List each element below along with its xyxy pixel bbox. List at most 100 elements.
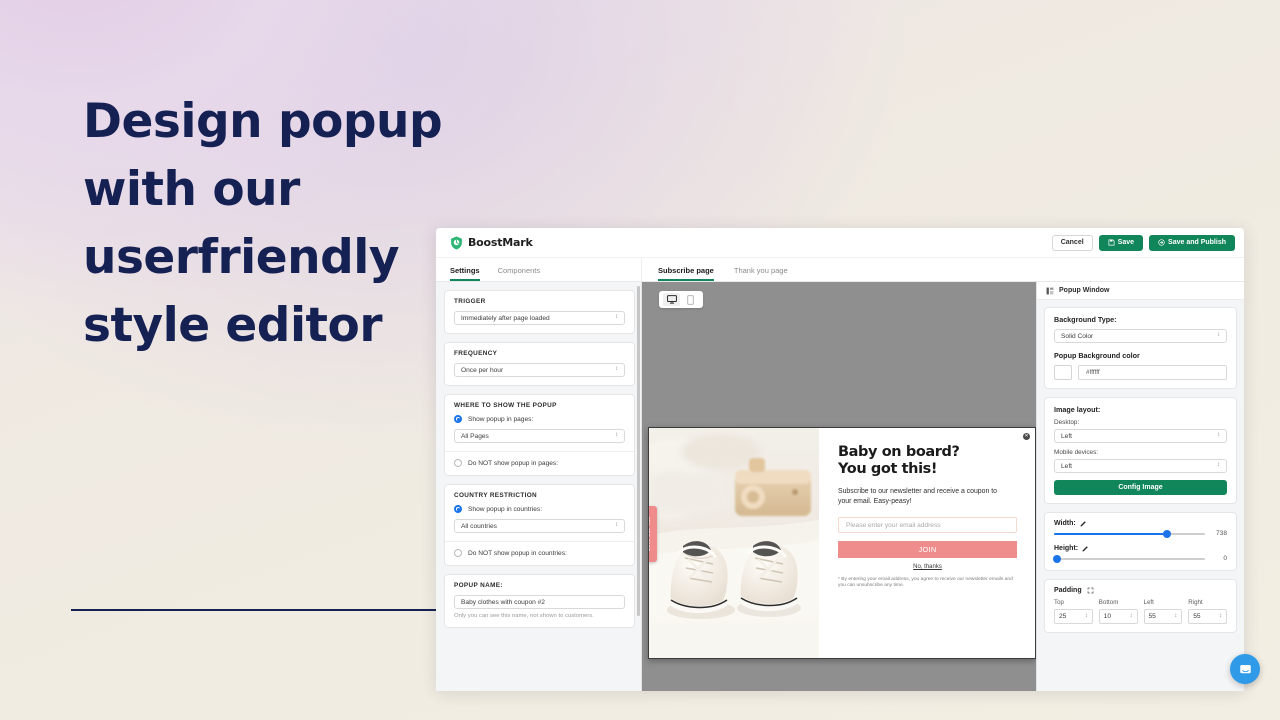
- cancel-button[interactable]: Cancel: [1051, 234, 1093, 251]
- style-panel-header: Popup Window: [1037, 282, 1244, 300]
- popup-name-helper: Only you can see this name, not shown to…: [454, 613, 594, 619]
- publish-arrow-icon: [1158, 239, 1165, 246]
- color-swatch[interactable]: [1054, 365, 1072, 380]
- trigger-value: Immediately after page loaded: [461, 314, 550, 322]
- background-type-select[interactable]: Solid Color ↕: [1054, 329, 1227, 343]
- popup-disclaimer: * By entering your email address, you ag…: [838, 577, 1013, 589]
- padding-left-value: 55: [1148, 613, 1156, 620]
- width-value: 738: [1215, 530, 1227, 537]
- app-window: BoostMark Cancel Save Save and Publish S…: [436, 228, 1244, 691]
- tab-subscribe-page[interactable]: Subscribe page: [658, 266, 714, 281]
- frequency-select[interactable]: Once per hour ↕: [454, 363, 625, 377]
- background-color-input[interactable]: #ffffff: [1078, 365, 1227, 380]
- device-mobile-button[interactable]: [682, 293, 699, 306]
- side-tab-join-our-list[interactable]: Join our list: [649, 506, 657, 562]
- height-label-row: Height:: [1054, 545, 1227, 552]
- image-layout-card: Image layout: Desktop: Left ↕ Mobile dev…: [1044, 397, 1237, 504]
- popup-name-value: Baby clothes with coupon #2: [461, 598, 545, 606]
- expand-arrows-icon[interactable]: [1087, 587, 1094, 594]
- countries-value: All countries: [461, 522, 497, 530]
- shield-check-icon: [451, 236, 462, 249]
- popup-email-input[interactable]: Please enter your email address: [838, 517, 1017, 533]
- desktop-layout-select[interactable]: Left ↕: [1054, 429, 1227, 443]
- chevron-updown-icon: ↕: [1217, 432, 1220, 439]
- brand-logo: BoostMark: [450, 236, 533, 250]
- frequency-value: Once per hour: [461, 366, 504, 374]
- width-slider[interactable]: [1054, 529, 1205, 538]
- padding-header: Padding: [1054, 587, 1227, 594]
- popup-preview: Join our list ✕ Baby on board? You got t…: [648, 427, 1036, 659]
- save-button[interactable]: Save: [1098, 234, 1144, 251]
- baby-shoes-photo: [649, 428, 819, 658]
- background-type-label: Background Type:: [1054, 315, 1117, 324]
- country-show-option[interactable]: Show popup in countries:: [454, 505, 625, 513]
- desktop-layout-label: Desktop:: [1054, 419, 1080, 426]
- height-value: 0: [1223, 555, 1227, 562]
- popup-name-card: POPUP NAME: Baby clothes with coupon #2 …: [444, 574, 635, 628]
- stepper-icon[interactable]: ↕: [1219, 613, 1222, 619]
- trigger-select[interactable]: Immediately after page loaded ↕: [454, 311, 625, 325]
- close-icon[interactable]: ✕: [1023, 433, 1030, 440]
- chat-widget-button[interactable]: [1230, 654, 1260, 684]
- tab-strip: Settings Components Subscribe page Thank…: [436, 258, 1244, 282]
- padding-bottom-value: 10: [1103, 613, 1112, 620]
- pencil-icon[interactable]: [1080, 520, 1087, 527]
- popup-name-input[interactable]: Baby clothes with coupon #2: [454, 595, 625, 609]
- popup-heading: Baby on board? You got this!: [838, 444, 960, 477]
- save-and-publish-button[interactable]: Save and Publish: [1149, 234, 1235, 251]
- height-label: Height:: [1054, 545, 1079, 552]
- radio-hide-pages[interactable]: [454, 459, 462, 467]
- country-title: COUNTRY RESTRICTION: [454, 492, 537, 499]
- chevron-updown-icon: ↕: [1217, 332, 1220, 339]
- padding-fields: Top 25 ↕ Bottom 10 ↕ Left 55 ↕ Right 55 …: [1054, 599, 1227, 624]
- stepper-icon[interactable]: ↕: [1085, 613, 1088, 619]
- where-to-show-card: WHERE TO SHOW THE POPUP Show popup in pa…: [444, 394, 635, 476]
- radio-hide-countries[interactable]: [454, 549, 462, 557]
- padding-bottom-input[interactable]: 10 ↕: [1098, 609, 1138, 624]
- settings-scrollbar[interactable]: [637, 286, 640, 616]
- where-show-label: Show popup in pages:: [468, 415, 534, 423]
- tab-components[interactable]: Components: [498, 266, 541, 281]
- padding-left-label: Left: [1143, 599, 1154, 606]
- countries-select[interactable]: All countries ↕: [454, 519, 625, 533]
- padding-top-input[interactable]: 25 ↕: [1054, 609, 1093, 624]
- style-panel: Popup Window Background Type: Solid Colo…: [1036, 282, 1244, 691]
- padding-right-value: 55: [1193, 613, 1201, 620]
- padding-top-label: Top: [1054, 599, 1064, 606]
- tab-settings[interactable]: Settings: [450, 266, 480, 281]
- save-and-publish-label: Save and Publish: [1168, 239, 1226, 246]
- settings-panel: TRIGGER Immediately after page loaded ↕ …: [436, 282, 642, 691]
- popup-subtext: Subscribe to our newsletter and receive …: [838, 488, 997, 505]
- where-show-option[interactable]: Show popup in pages:: [454, 415, 625, 423]
- where-hide-label: Do NOT show popup in pages:: [468, 459, 559, 467]
- radio-show-countries[interactable]: [454, 505, 462, 513]
- config-image-button[interactable]: Config Image: [1054, 480, 1227, 495]
- stepper-icon[interactable]: ↕: [1174, 613, 1177, 619]
- popup-join-button[interactable]: JOIN: [838, 541, 1017, 558]
- chat-bubble-icon: [1239, 664, 1251, 673]
- save-label: Save: [1117, 239, 1135, 246]
- popup-no-thanks-link[interactable]: No, thanks: [838, 564, 1017, 570]
- brand-name: BoostMark: [468, 236, 533, 249]
- tab-thank-you-page[interactable]: Thank you page: [734, 266, 788, 281]
- image-layout-label: Image layout:: [1054, 405, 1101, 414]
- where-hide-option[interactable]: Do NOT show popup in pages:: [454, 459, 625, 467]
- device-desktop-button[interactable]: [663, 293, 680, 306]
- radio-show-pages[interactable]: [454, 415, 462, 423]
- padding-top-value: 25: [1059, 613, 1067, 620]
- padding-card: Padding Top 25 ↕ Bottom 10 ↕ Left 55 ↕ R…: [1044, 579, 1237, 633]
- mobile-layout-select[interactable]: Left ↕: [1054, 459, 1227, 473]
- padding-left-input[interactable]: 55 ↕: [1143, 609, 1183, 624]
- stepper-icon[interactable]: ↕: [1130, 613, 1133, 619]
- settings-tabs: Settings Components: [436, 258, 642, 281]
- pencil-icon[interactable]: [1082, 545, 1089, 552]
- chevron-updown-icon: ↕: [1217, 462, 1220, 469]
- background-color-row: #ffffff: [1054, 365, 1227, 380]
- country-hide-label: Do NOT show popup in countries:: [468, 549, 567, 557]
- country-hide-option[interactable]: Do NOT show popup in countries:: [454, 549, 625, 557]
- frequency-card: FREQUENCY Once per hour ↕: [444, 342, 635, 386]
- padding-right-input[interactable]: 55 ↕: [1188, 609, 1227, 624]
- cancel-label: Cancel: [1060, 239, 1084, 246]
- pages-select[interactable]: All Pages ↕: [454, 429, 625, 443]
- height-slider[interactable]: [1053, 554, 1205, 563]
